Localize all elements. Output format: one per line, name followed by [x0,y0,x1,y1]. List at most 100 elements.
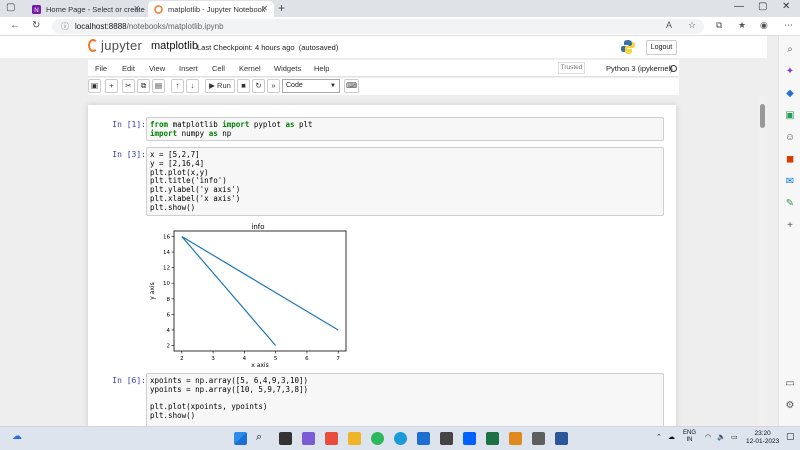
sidebar-toggle-icon[interactable]: ▭ [784,378,796,390]
cell-type-select[interactable]: Code ▼ [282,79,340,93]
file-explorer-icon[interactable] [348,432,361,445]
menu-widgets[interactable]: Widgets [274,64,301,73]
cut-button[interactable]: ✂ [122,79,135,93]
store-icon[interactable] [440,432,453,445]
add-icon[interactable]: + [784,220,796,232]
read-aloud-icon[interactable]: A [666,20,672,30]
notebook-name[interactable]: matplotlib [151,40,198,52]
jupyter-logo[interactable]: jupyter [88,38,142,53]
person-icon[interactable]: ☺ [784,132,796,144]
cell-input[interactable]: from matplotlib import pyplot as plt imp… [146,117,664,141]
url-field[interactable]: ⓘ localhost:8888/notebooks/matplotlib.ip… [52,19,704,34]
browser-tab-bar: ▢ N Home Page - Select or create a n ✕ m… [0,0,800,17]
clock[interactable]: 23:20 12-01-2023 [746,430,779,446]
taskbar-search-icon[interactable]: ⌕ [256,431,262,444]
tab-home-page[interactable]: N Home Page - Select or create a n ✕ [26,1,146,17]
weather-icon[interactable]: ☁ [12,431,22,442]
excel-icon[interactable] [486,432,499,445]
scrollbar-thumb[interactable] [760,104,765,128]
trusted-badge[interactable]: Trusted [558,62,585,74]
windows-start-icon[interactable] [234,432,247,445]
mail-icon[interactable] [417,432,430,445]
menu-kernel[interactable]: Kernel [239,64,261,73]
app-icon[interactable] [532,432,545,445]
notifications-icon[interactable]: ▢ [786,431,795,442]
edge-icon[interactable] [394,432,407,445]
dropbox-icon[interactable] [463,432,476,445]
scissors-icon: ✂ [125,81,132,90]
cell-input[interactable]: xpoints = np.array([5, 6,4,9,3,10]) ypoi… [146,373,664,426]
menu-insert[interactable]: Insert [179,64,198,73]
run-button[interactable]: ▶ Run [205,79,235,93]
move-down-button[interactable]: ↓ [186,79,199,93]
wifi-icon[interactable]: ◠ [705,433,711,441]
menu-edit[interactable]: Edit [122,64,135,73]
drop-icon[interactable]: ✎ [784,198,796,210]
copy-button[interactable]: ⧉ [137,79,150,93]
code-line: from matplotlib import pyplot as plt [150,120,313,129]
play-icon: ▶ [209,81,215,90]
minimize-icon[interactable]: — [734,1,744,12]
language-indicator[interactable]: ENG IN [683,430,696,444]
shopping-tag-icon[interactable]: ◆ [784,88,796,100]
plus-icon: + [109,81,114,90]
restart-run-all-button[interactable]: » [267,79,280,93]
tab-matplotlib[interactable]: matplotlib - Jupyter Notebook ✕ [148,1,274,17]
cloud-icon[interactable]: ☁ [668,433,675,441]
refresh-icon[interactable]: ↻ [32,20,40,31]
menu-view[interactable]: View [149,64,165,73]
tab-title: matplotlib - Jupyter Notebook [168,4,266,14]
teams-icon[interactable] [302,432,315,445]
interrupt-button[interactable]: ■ [237,79,250,93]
command-palette-button[interactable]: ⌨ [344,79,359,93]
word-icon[interactable] [555,432,568,445]
battery-icon[interactable]: ▭ [731,433,738,441]
profile-avatar-icon[interactable]: ◉ [760,20,768,31]
task-view-icon[interactable] [279,432,292,445]
outlook-icon[interactable]: ✉ [784,176,796,188]
more-options-icon[interactable]: ⋯ [784,20,793,31]
workspaces-icon[interactable]: ▢ [6,2,15,13]
fast-forward-icon: » [271,81,276,90]
code-line: plt.xlabel('x axis') [150,193,241,203]
menu-cell[interactable]: Cell [212,64,225,73]
jupyter-favicon-icon [154,4,163,14]
code-line: x = [5,2,7] [150,150,200,159]
close-tab-icon[interactable]: ✕ [133,4,140,13]
x-tick-label: 2 [180,356,184,362]
favorites-icon[interactable]: ★ [738,20,746,31]
sticky-notes-icon[interactable] [509,432,522,445]
paste-button[interactable]: ▤ [152,79,165,93]
language-code: ENG [683,430,697,436]
kernel-name[interactable]: Python 3 (ipykernel) [606,64,673,73]
page-scrollbar[interactable] [758,96,767,426]
info-icon[interactable]: ⓘ [61,21,69,32]
logout-button[interactable]: Logout [646,40,677,55]
chevron-down-icon: ▼ [330,83,336,89]
close-tab-icon[interactable]: ✕ [261,4,268,13]
volume-icon[interactable]: 🔈 [717,433,726,441]
menu-file[interactable]: File [95,64,107,73]
save-icon: ▣ [90,81,99,90]
collections-icon[interactable]: ⧉ [716,20,722,31]
maximize-icon[interactable]: ▢ [758,1,767,12]
chevron-up-icon[interactable]: ⌃ [656,433,662,441]
favorite-star-icon[interactable]: ☆ [688,20,696,31]
chrome-icon[interactable] [371,432,384,445]
office-icon[interactable]: ◼ [784,154,796,166]
cell-input[interactable]: x = [5,2,7] y = [2,16,4] plt.plot(x,y) p… [146,147,664,216]
tools-icon[interactable]: ▣ [784,110,796,122]
office-app-icon[interactable] [325,432,338,445]
run-label: Run [217,81,231,90]
sparkle-icon[interactable]: ✦ [784,66,796,78]
settings-gear-icon[interactable]: ⚙ [784,400,796,412]
save-button[interactable]: ▣ [88,79,101,93]
search-icon[interactable]: ⌕ [784,44,796,56]
move-up-button[interactable]: ↑ [171,79,184,93]
insert-cell-button[interactable]: + [105,79,118,93]
menu-help[interactable]: Help [314,64,329,73]
restart-button[interactable]: ↻ [252,79,265,93]
new-tab-button[interactable]: + [278,1,285,15]
back-icon[interactable]: ← [10,20,20,31]
close-window-icon[interactable]: ✕ [782,1,790,12]
